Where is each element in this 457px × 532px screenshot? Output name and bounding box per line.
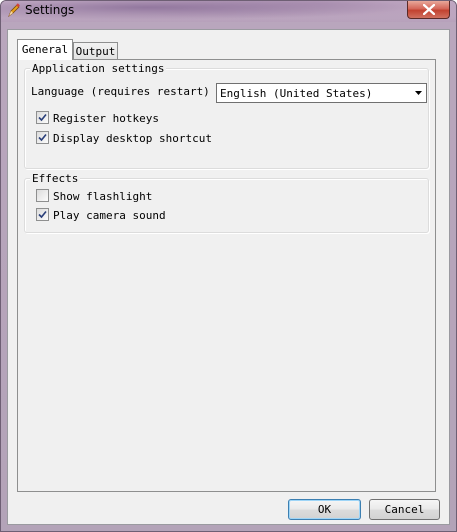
register-hotkeys-label[interactable]: Register hotkeys [53, 112, 159, 125]
ok-button[interactable]: OK [288, 499, 361, 520]
chevron-down-icon [415, 91, 422, 95]
show-flashlight-label[interactable]: Show flashlight [53, 190, 152, 203]
desktop-shortcut-checkbox[interactable] [36, 131, 49, 144]
checkmark-icon [38, 113, 47, 122]
play-camera-sound-checkbox[interactable] [36, 208, 49, 221]
pencil-icon [7, 3, 21, 18]
tab-output-label: Output [75, 45, 116, 58]
effects-legend: Effects [30, 172, 81, 185]
play-camera-sound-label[interactable]: Play camera sound [53, 209, 166, 222]
tab-general[interactable]: General [17, 39, 73, 60]
application-settings-group: Application settings Language (requires … [24, 62, 429, 169]
effects-group: Effects Show flashlight Play camera soun… [24, 172, 429, 233]
show-flashlight-checkbox[interactable] [36, 189, 49, 202]
settings-window: Settings General Output Application sett… [0, 0, 457, 532]
cancel-button[interactable]: Cancel [369, 499, 440, 520]
dialog-client-area: General Output Application settings Lang… [7, 29, 450, 525]
tab-general-label: General [21, 43, 69, 56]
tab-output[interactable]: Output [73, 42, 118, 60]
checkmark-icon [38, 133, 47, 142]
desktop-shortcut-label[interactable]: Display desktop shortcut [53, 132, 212, 145]
language-select-value: English (United States) [220, 87, 373, 100]
close-button[interactable] [407, 1, 450, 19]
window-title: Settings [25, 3, 75, 17]
title-bar[interactable]: Settings [1, 1, 456, 22]
close-icon [423, 4, 435, 15]
language-select[interactable]: English (United States) [216, 83, 427, 103]
language-label: Language (requires restart) [31, 85, 210, 98]
checkmark-icon [38, 210, 47, 219]
general-tab-panel: Application settings Language (requires … [17, 59, 436, 492]
register-hotkeys-checkbox[interactable] [36, 111, 49, 124]
application-settings-legend: Application settings [30, 62, 167, 75]
